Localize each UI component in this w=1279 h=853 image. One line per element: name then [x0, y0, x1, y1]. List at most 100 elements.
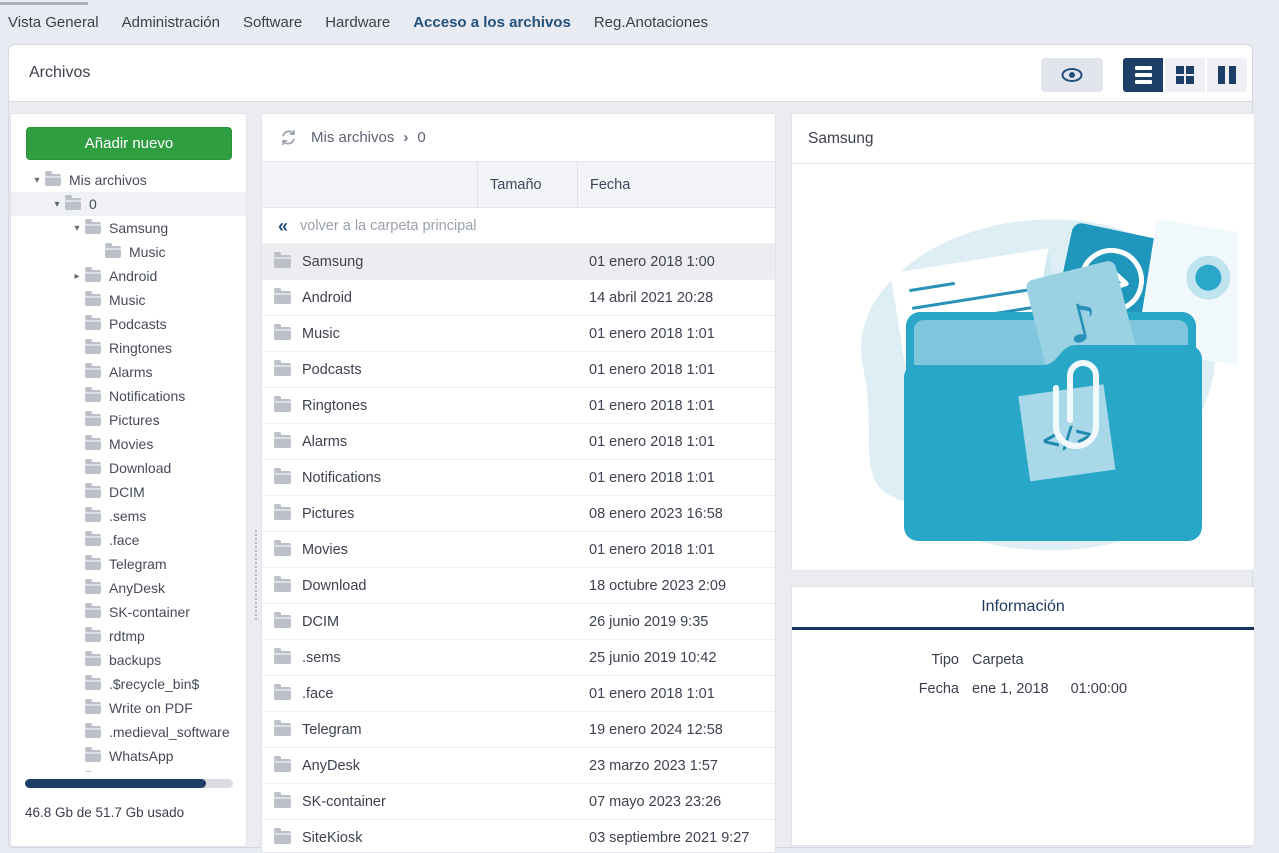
folder-icon [274, 432, 291, 448]
column-date[interactable]: Fecha [577, 162, 775, 207]
file-row-pictures[interactable]: Pictures 08 enero 2023 16:58 [262, 496, 775, 532]
column-view-button[interactable] [1207, 58, 1247, 92]
tree-item-recycle-bin[interactable]: .$recycle_bin$ [11, 672, 246, 696]
tree-item-pictures[interactable]: Pictures [11, 408, 246, 432]
file-date-cell: 01 enero 2018 1:01 [589, 541, 715, 558]
panel-header: Archivos [9, 45, 1252, 102]
tree-item-sk-container[interactable]: SK-container [11, 600, 246, 624]
file-row-podcasts[interactable]: Podcasts 01 enero 2018 1:01 [262, 352, 775, 388]
file-row-music[interactable]: Music 01 enero 2018 1:01 [262, 316, 775, 352]
file-name-label: Podcasts [302, 361, 362, 378]
folder-icon [85, 411, 101, 426]
table-header: Tamaño Fecha [262, 162, 775, 208]
list-view-button[interactable] [1123, 58, 1163, 92]
file-row-notifications[interactable]: Notifications 01 enero 2018 1:01 [262, 460, 775, 496]
folder-icon [274, 612, 291, 628]
column-name [262, 162, 477, 207]
file-name-label: Download [302, 577, 367, 594]
tree-item-telegram[interactable]: Telegram [11, 552, 246, 576]
tree-item-backups[interactable]: backups [11, 648, 246, 672]
caret-down-icon: ▾ [34, 174, 40, 186]
add-new-button[interactable]: Añadir nuevo [26, 127, 232, 160]
file-row-dcim[interactable]: DCIM 26 junio 2019 9:35 [262, 604, 775, 640]
file-row-anydesk[interactable]: AnyDesk 23 marzo 2023 1:57 [262, 748, 775, 784]
info-value: Carpeta [972, 652, 1024, 668]
grid-view-button[interactable] [1165, 58, 1205, 92]
tree-item-podcasts[interactable]: Podcasts [11, 312, 246, 336]
tree-item-music[interactable]: Music [11, 240, 246, 264]
tree-item-label: Alarms [109, 364, 153, 380]
info-value-time: 01:00:00 [1070, 681, 1128, 697]
file-name-label: Telegram [302, 721, 362, 738]
folder-icon [85, 555, 101, 570]
nav-item-vista-general[interactable]: Vista General [8, 14, 99, 31]
storage-usage-bar[interactable] [25, 779, 233, 788]
file-row-sitekiosk[interactable]: SiteKiosk 03 septiembre 2021 9:27 [262, 820, 775, 852]
file-name-cell: DCIM [262, 612, 477, 630]
folder-icon [274, 720, 291, 736]
file-row-face[interactable]: .face 01 enero 2018 1:01 [262, 676, 775, 712]
refresh-icon[interactable] [280, 129, 297, 146]
nav-item-administraci-n[interactable]: Administración [122, 14, 220, 31]
storage-usage-text: 46.8 Gb de 51.7 Gb usado [25, 805, 185, 820]
file-name-label: .face [302, 685, 334, 702]
folder-icon [274, 360, 291, 376]
tree-item-write-on-pdf[interactable]: Write on PDF [11, 696, 246, 720]
list-view-icon [1134, 66, 1152, 84]
tree-item-label: WhatsApp [109, 748, 174, 764]
file-date-cell: 14 abril 2021 20:28 [589, 289, 714, 306]
nav-item-acceso-a-los-archivos[interactable]: Acceso a los archivos [413, 14, 571, 31]
tree-item-notifications[interactable]: Notifications [11, 384, 246, 408]
file-row-samsung[interactable]: Samsung 01 enero 2018 1:00 [262, 244, 775, 280]
file-name-cell: Android [262, 288, 477, 306]
folder-icon [85, 531, 101, 546]
file-row-movies[interactable]: Movies 01 enero 2018 1:01 [262, 532, 775, 568]
tree-item-alarms[interactable]: Alarms [11, 360, 246, 384]
file-row-alarms[interactable]: Alarms 01 enero 2018 1:01 [262, 424, 775, 460]
tree-item-medieval-software[interactable]: .medieval_software [11, 720, 246, 744]
tree-item-samsung[interactable]: ▾ Samsung [11, 216, 246, 240]
tree-item-anydesk[interactable]: AnyDesk [11, 576, 246, 600]
tree-item-documents[interactable]: Documents [11, 768, 246, 772]
tree-item-ringtones[interactable]: Ringtones [11, 336, 246, 360]
tree-item-label: backups [109, 652, 162, 668]
tree-item-sems[interactable]: .sems [11, 504, 246, 528]
file-name-cell: Alarms [262, 432, 477, 450]
breadcrumb-item-0[interactable]: 0 [417, 129, 425, 146]
back-to-parent-row[interactable]: « volver a la carpeta principal [262, 208, 775, 244]
folder-tree: ▾ Mis archivos ▾ 0 ▾ Samsung Music ▸ Android Musi… [11, 168, 246, 772]
tree-item-music[interactable]: Music [11, 288, 246, 312]
tree-item-rdtmp[interactable]: rdtmp [11, 624, 246, 648]
folder-icon [85, 507, 101, 522]
tree-item-mis-archivos[interactable]: ▾ Mis archivos [11, 168, 246, 192]
tree-item-label: Notifications [109, 388, 186, 404]
file-row-android[interactable]: Android 14 abril 2021 20:28 [262, 280, 775, 316]
file-date-cell: 25 junio 2019 10:42 [589, 649, 717, 666]
tree-item-download[interactable]: Download [11, 456, 246, 480]
file-row-sk-container[interactable]: SK-container 07 mayo 2023 23:26 [262, 784, 775, 820]
preview-toggle-button[interactable] [1041, 58, 1103, 92]
column-size[interactable]: Tamaño [477, 162, 577, 207]
folder-icon [274, 756, 291, 772]
tree-item-face[interactable]: .face [11, 528, 246, 552]
breadcrumb-item-mis-archivos[interactable]: Mis archivos [311, 129, 394, 146]
file-date-cell: 01 enero 2018 1:01 [589, 469, 715, 486]
nav-item-hardware[interactable]: Hardware [325, 14, 390, 31]
tree-item-android[interactable]: ▸ Android [11, 264, 246, 288]
file-name-label: SiteKiosk [302, 829, 363, 846]
file-row-sems[interactable]: .sems 25 junio 2019 10:42 [262, 640, 775, 676]
file-row-telegram[interactable]: Telegram 19 enero 2024 12:58 [262, 712, 775, 748]
file-row-download[interactable]: Download 18 octubre 2023 2:09 [262, 568, 775, 604]
breadcrumb-bar: Mis archivos › 0 [262, 114, 775, 162]
tree-item-dcim[interactable]: DCIM [11, 480, 246, 504]
tree-item-movies[interactable]: Movies [11, 432, 246, 456]
file-name-cell: Download [262, 576, 477, 594]
file-date-cell: 08 enero 2023 16:58 [589, 505, 723, 522]
nav-item-reg-anotaciones[interactable]: Reg.Anotaciones [594, 14, 708, 31]
tree-item-whatsapp[interactable]: WhatsApp [11, 744, 246, 768]
storage-usage-fill [25, 779, 206, 788]
nav-item-software[interactable]: Software [243, 14, 302, 31]
file-row-ringtones[interactable]: Ringtones 01 enero 2018 1:01 [262, 388, 775, 424]
info-value: ene 1, 2018 [972, 681, 1049, 697]
tree-item-0[interactable]: ▾ 0 [11, 192, 246, 216]
